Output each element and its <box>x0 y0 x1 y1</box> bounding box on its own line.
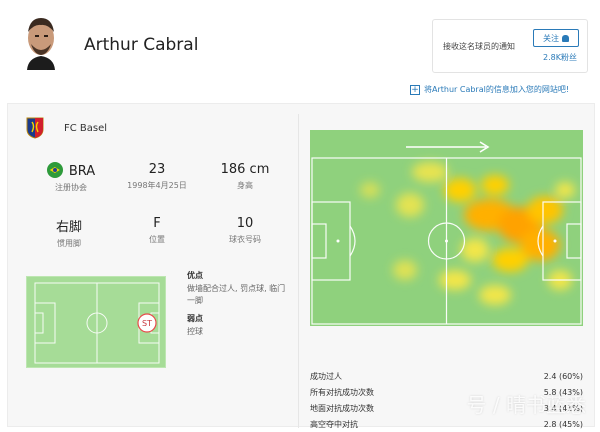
position-value: F <box>153 216 161 231</box>
player-header: Arthur Cabral 接收这名球员的通知 关注 2.8K粉丝 + 将Art… <box>0 0 600 100</box>
strengths-section: 优点 做墙配合过人, 罚点球, 临门一脚 弱点 控球 <box>187 270 287 338</box>
position-stat: F 位置 <box>123 216 191 245</box>
notify-text: 接收这名球员的通知 <box>443 42 515 51</box>
height-stat: 186 cm 身高 <box>208 162 282 191</box>
nationality-stat: BRA 注册协会 <box>36 162 106 193</box>
fans-count: 2.8K粉丝 <box>543 53 577 62</box>
position-label: 位置 <box>149 235 165 244</box>
player-name: Arthur Cabral <box>84 35 199 55</box>
follow-button-label: 关注 <box>543 33 559 43</box>
shirt-number-stat: 10 球衣号码 <box>208 216 282 245</box>
stat-label: 地面对抗成功次数 <box>310 403 374 413</box>
bell-icon <box>562 34 569 42</box>
stat-value: 2.4 (60%) <box>543 371 583 381</box>
birthdate-label: 1998年4月25日 <box>127 181 187 190</box>
stat-label: 成功过人 <box>310 371 342 381</box>
player-avatar <box>18 10 64 74</box>
nationality-label: 注册协会 <box>55 183 87 192</box>
weaknesses-title: 弱点 <box>187 314 203 323</box>
strengths-title: 优点 <box>187 271 203 280</box>
stat-label: 所有对抗成功次数 <box>310 387 374 397</box>
watermark: 号 / 晴书蓝悉 <box>466 393 586 417</box>
add-to-site-link[interactable]: + 将Arthur Cabral的信息加入您的网站吧! <box>410 84 569 95</box>
stat-label: 高空夺中对抗 <box>310 419 358 429</box>
follow-button[interactable]: 关注 <box>533 29 579 47</box>
foot-stat: 右脚 惯用脚 <box>36 216 102 249</box>
plus-icon: + <box>410 84 420 95</box>
age-stat: 23 1998年4月25日 <box>114 162 200 191</box>
heatmap <box>310 130 583 326</box>
weaknesses-body: 控球 <box>187 327 203 336</box>
foot-label: 惯用脚 <box>57 239 81 248</box>
shirt-number-value: 10 <box>236 216 254 231</box>
height-label: 身高 <box>237 181 253 190</box>
club-logo[interactable] <box>26 117 44 139</box>
brazil-flag-icon <box>46 162 63 178</box>
position-pitch: ST <box>26 276 166 368</box>
height-value: 186 cm <box>220 162 270 177</box>
shirt-number-label: 球衣号码 <box>229 235 261 244</box>
foot-value: 右脚 <box>55 220 82 235</box>
add-to-site-label: 将Arthur Cabral的信息加入您的网站吧! <box>424 85 570 94</box>
follow-box: 接收这名球员的通知 关注 2.8K粉丝 <box>432 19 588 73</box>
nationality-value: BRA <box>68 164 96 179</box>
player-panel: FC Basel BRA 注册协会 23 1998年4月25日 186 cm 身… <box>7 103 595 429</box>
stat-value: 2.8 (45%) <box>543 419 583 429</box>
age-value: 23 <box>148 162 166 177</box>
stats-row: 成功过人 2.4 (60%) <box>310 368 583 384</box>
position-marker-label: ST <box>142 319 152 328</box>
strengths-body: 做墙配合过人, 罚点球, 临门一脚 <box>187 284 286 305</box>
panel-divider <box>298 114 299 428</box>
club-name[interactable]: FC Basel <box>64 123 107 134</box>
stats-row: 高空夺中对抗 2.8 (45%) <box>310 416 583 432</box>
